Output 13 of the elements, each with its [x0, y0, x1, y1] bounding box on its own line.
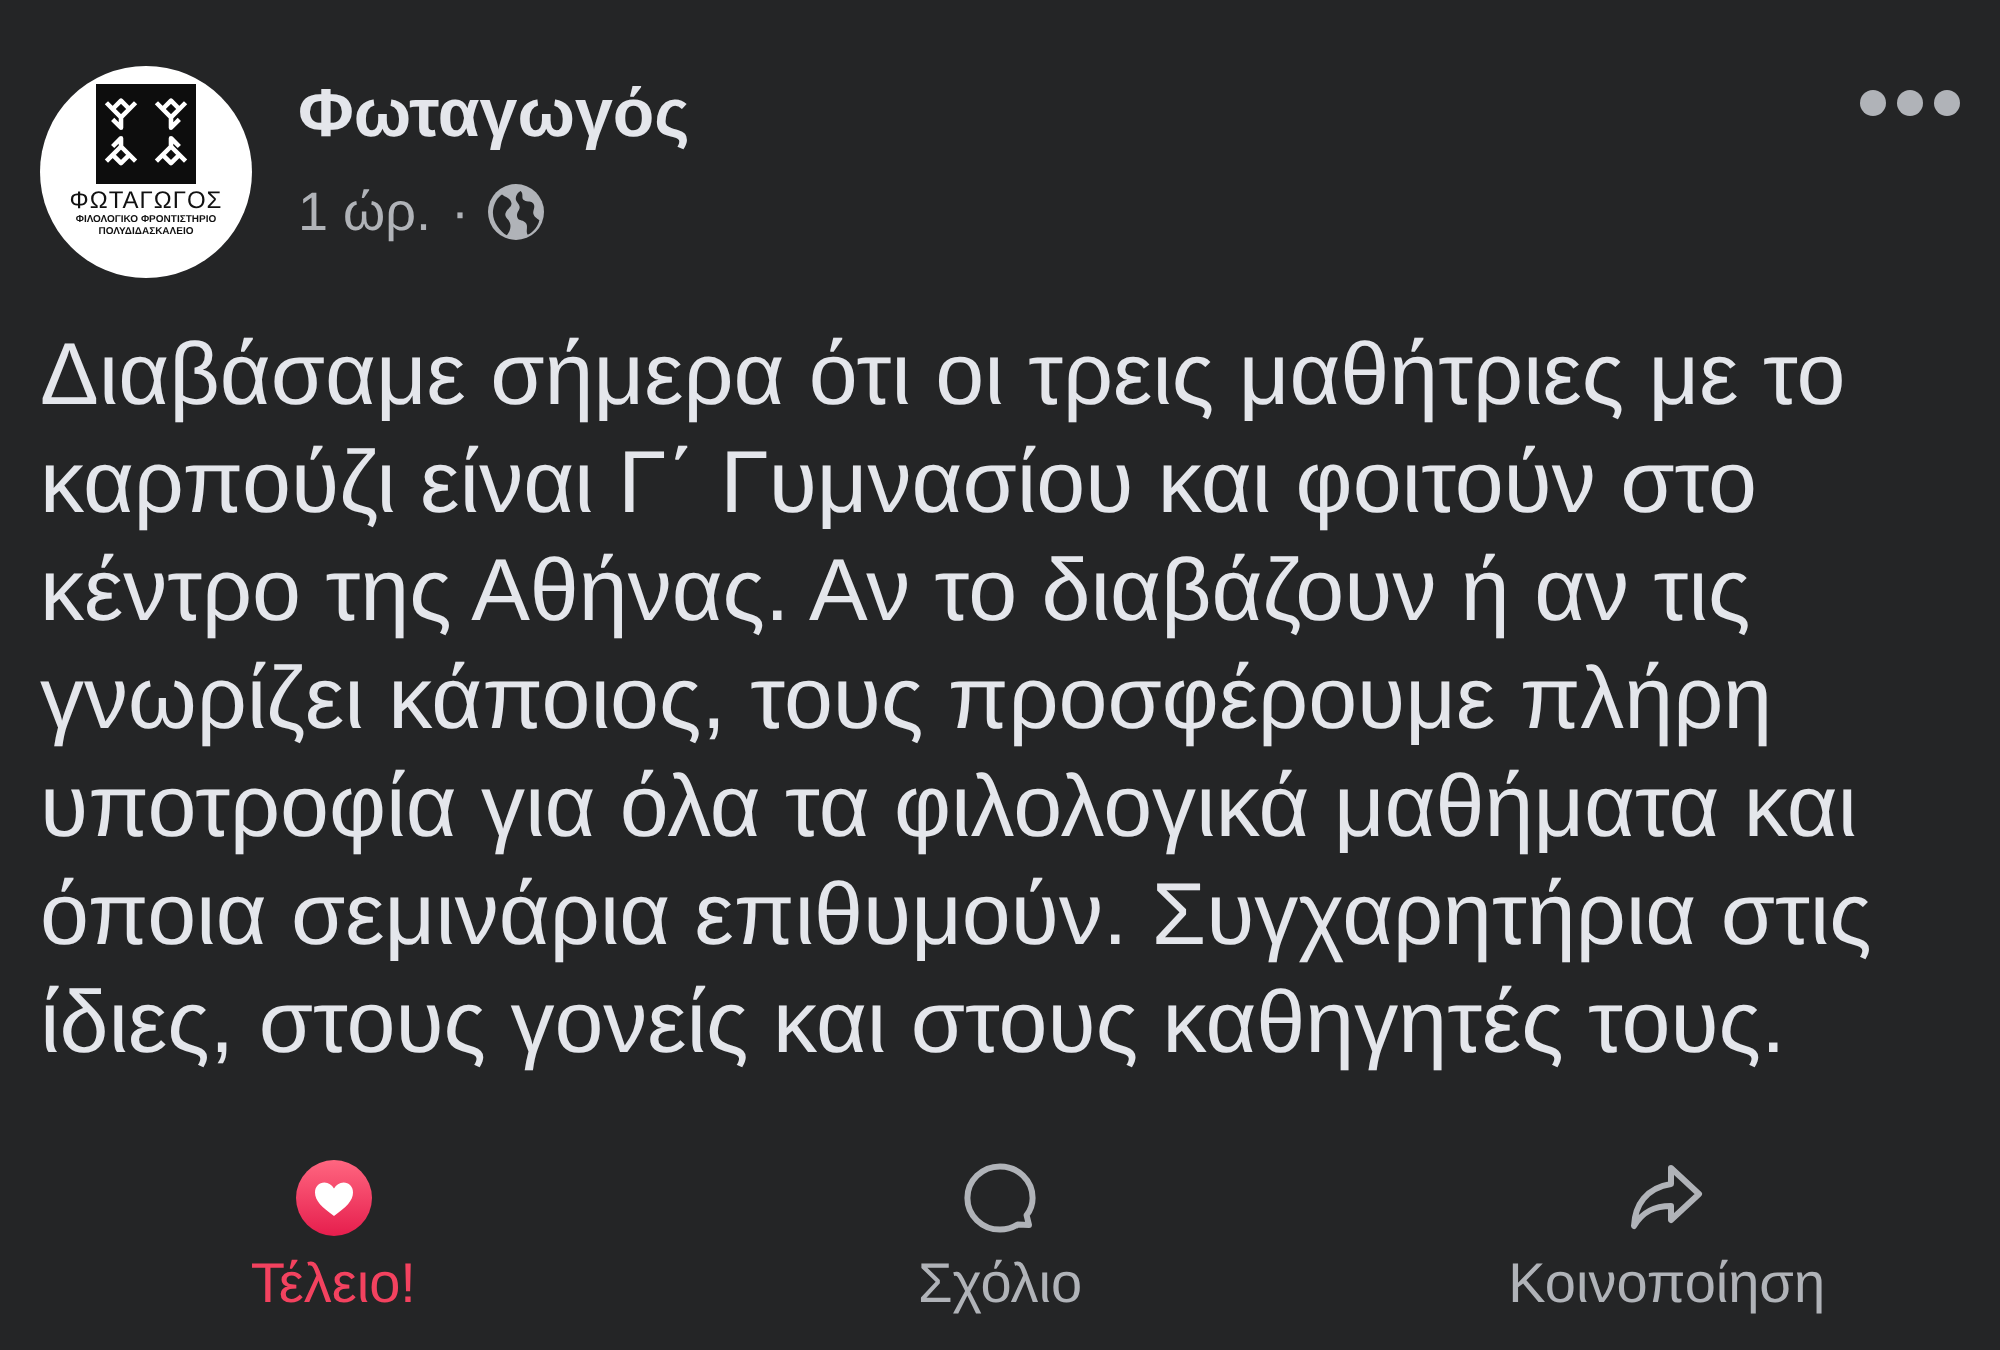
more-button[interactable]: [1860, 90, 1960, 116]
globe-icon: [488, 184, 545, 240]
share-action-button[interactable]: Κοινοποίηση: [1508, 1160, 1826, 1318]
post-time[interactable]: 1 ώρ.: [298, 180, 431, 244]
more-icon: [1860, 90, 1960, 116]
reaction-action-button[interactable]: Τέλειο!: [250, 1160, 416, 1318]
author-name[interactable]: Φωταγωγός: [298, 72, 690, 156]
separator-dot: ·: [450, 180, 469, 244]
post-text: Διαβάσαμε σήμερα ότι οι τρεις μαθήτριες με το καρπούζι είναι Γ΄ Γυμνασίου και φοιτούν στο κέντρο της Αθήνας. Αν το διαβάζουν ή αν τις γνωρίζει κάποιος, τους προσφέρουμε πλήρη υποτροφία για όλα τα φιλολογικά μαθήματα και όποια σεμινάρια επιθυμούν. Συγχαρητήρια στις ίδιες, στους γονείς και στους καθηγητές τους.: [38, 324, 1874, 1076]
logo-wordmark: ΦΩΤΑΓΩΓΟΣ: [69, 188, 223, 214]
knot-pattern-icon: [96, 84, 196, 184]
speech-bubble-icon: [961, 1160, 1038, 1236]
comment-action-button[interactable]: Σχόλιο: [917, 1160, 1083, 1318]
